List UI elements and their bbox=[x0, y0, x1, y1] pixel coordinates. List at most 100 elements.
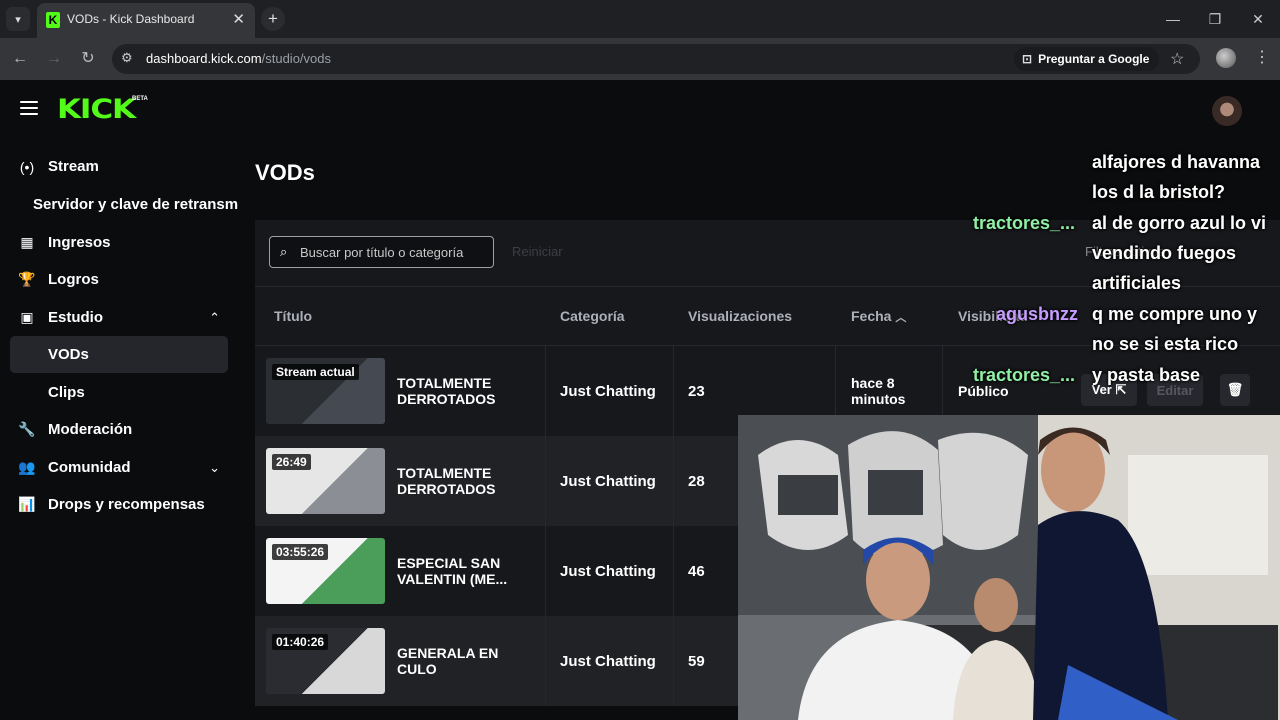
chat-message: artificiales bbox=[1092, 273, 1182, 293]
vod-title[interactable]: TOTALMENTE DERROTADOS bbox=[397, 465, 537, 497]
column-category[interactable]: Categoría bbox=[560, 308, 625, 324]
close-icon[interactable]: ✕ bbox=[232, 10, 245, 28]
kick-favicon-icon: K bbox=[46, 12, 60, 28]
column-date-label: Fecha bbox=[851, 308, 892, 324]
column-divider bbox=[673, 346, 674, 436]
app-header: KICK BETA bbox=[0, 80, 1280, 140]
kick-logo[interactable]: KICK bbox=[57, 94, 136, 125]
vod-thumbnail[interactable]: Stream actual bbox=[266, 358, 385, 424]
tab-search-icon[interactable]: ▾ bbox=[6, 7, 30, 31]
search-field[interactable]: ⌕ bbox=[269, 236, 494, 268]
reload-icon[interactable]: ↻ bbox=[76, 47, 100, 71]
broadcast-icon: (•) bbox=[19, 158, 35, 175]
sidebar-item-label: Estudio bbox=[48, 309, 103, 326]
studio-icon: ▣ bbox=[20, 309, 34, 325]
profile-icon[interactable] bbox=[1216, 48, 1236, 68]
vod-title[interactable]: ESPECIAL SAN VALENTIN (ME... bbox=[397, 555, 537, 587]
vod-title[interactable]: TOTALMENTE DERROTADOS bbox=[397, 375, 537, 407]
vod-category: Just Chatting bbox=[560, 473, 656, 490]
vod-thumbnail[interactable]: 03:55:26 bbox=[266, 538, 385, 604]
more-icon[interactable]: ⋮ bbox=[1254, 47, 1270, 67]
duration-badge: 03:55:26 bbox=[272, 544, 329, 560]
address-bar[interactable]: ⚙ dashboard.kick.com/studio/vods ⊡ Pregu… bbox=[112, 44, 1200, 74]
vod-views: 23 bbox=[688, 383, 705, 400]
sidebar-item-stream[interactable]: (•) Stream bbox=[10, 148, 228, 185]
sidebar-item-logros[interactable]: 🏆 Logros bbox=[10, 261, 228, 298]
sidebar-item-ingresos[interactable]: ▦ Ingresos bbox=[10, 224, 228, 261]
forward-icon[interactable]: → bbox=[42, 47, 66, 71]
sidebar-item-label: VODs bbox=[48, 346, 89, 363]
sidebar-item-vods[interactable]: VODs bbox=[10, 336, 228, 373]
menu-icon[interactable] bbox=[20, 101, 38, 115]
duration-badge: 01:40:26 bbox=[272, 634, 329, 650]
url-path: /studio/vods bbox=[261, 51, 331, 66]
vod-thumbnail[interactable]: 01:40:26 bbox=[266, 628, 385, 694]
vod-date: hace 8 minutos bbox=[851, 375, 906, 407]
vod-thumbnail[interactable]: 26:49 bbox=[266, 448, 385, 514]
column-date[interactable]: Fecha ︿ bbox=[851, 308, 906, 325]
column-views[interactable]: Visualizaciones bbox=[688, 308, 792, 324]
column-title[interactable]: Título bbox=[274, 308, 312, 324]
sidebar-item-estudio[interactable]: ▣ Estudio ⌃ bbox=[10, 299, 228, 336]
vod-category: Just Chatting bbox=[560, 653, 656, 670]
google-lens-icon: ⊡ bbox=[1022, 52, 1033, 66]
reset-button[interactable]: Reiniciar bbox=[512, 244, 563, 259]
chat-message: vendindo fuegos bbox=[1092, 243, 1236, 263]
tab-title: VODs - Kick Dashboard bbox=[67, 12, 195, 26]
chat-message: y pasta base bbox=[1092, 365, 1201, 385]
vod-title[interactable]: GENERALA EN CULO bbox=[397, 645, 537, 677]
browser-toolbar: ← → ↻ ⚙ dashboard.kick.com/studio/vods ⊡… bbox=[0, 38, 1280, 80]
sidebar-item-label: Clips bbox=[48, 384, 85, 401]
star-icon[interactable]: ☆ bbox=[1170, 49, 1184, 69]
grid-icon: ▦ bbox=[20, 234, 34, 250]
vod-views: 28 bbox=[688, 473, 705, 490]
browser-tab[interactable]: K VODs - Kick Dashboard ✕ bbox=[37, 3, 255, 38]
duration-badge: 26:49 bbox=[272, 454, 311, 470]
sort-asc-icon: ︿ bbox=[895, 312, 907, 324]
column-divider bbox=[545, 526, 546, 616]
url-host: dashboard.kick.com bbox=[146, 51, 262, 66]
chat-message: no se si esta rico bbox=[1092, 334, 1239, 354]
chat-message: q me compre uno y bbox=[1092, 304, 1258, 324]
sidebar-item-label: Stream bbox=[48, 158, 99, 175]
restore-icon[interactable]: ❐ bbox=[1197, 8, 1233, 30]
column-divider bbox=[673, 436, 674, 526]
sidebar-item-comunidad[interactable]: 👥 Comunidad ⌄ bbox=[10, 449, 228, 486]
ask-google-button[interactable]: ⊡ Preguntar a Google bbox=[1014, 47, 1160, 71]
column-divider bbox=[545, 436, 546, 526]
sidebar-item-clips[interactable]: Clips bbox=[10, 374, 228, 411]
chevron-up-icon[interactable]: ⌃ bbox=[209, 310, 220, 326]
users-icon: 👥 bbox=[18, 459, 36, 475]
sidebar-item-servidor[interactable]: Servidor y clave de retransm bbox=[10, 186, 238, 223]
sidebar-item-drops[interactable]: 📊 Drops y recompensas bbox=[10, 486, 228, 523]
vod-category: Just Chatting bbox=[560, 383, 656, 400]
wrench-icon: 🔧 bbox=[18, 421, 36, 437]
ask-google-label: Preguntar a Google bbox=[1038, 52, 1150, 66]
sidebar-item-label: Drops y recompensas bbox=[48, 496, 205, 513]
back-icon[interactable]: ← bbox=[8, 47, 32, 71]
url-text: dashboard.kick.com/studio/vods bbox=[146, 51, 331, 66]
duration-badge: Stream actual bbox=[272, 364, 359, 380]
webcam-overlay bbox=[738, 415, 1280, 720]
sidebar-item-moderacion[interactable]: 🔧 Moderación bbox=[10, 411, 228, 448]
sidebar-item-label: Ingresos bbox=[48, 234, 111, 251]
chart-icon: 📊 bbox=[18, 496, 36, 512]
column-divider bbox=[545, 616, 546, 706]
chat-message: alfajores d havanna bbox=[1092, 152, 1261, 172]
sidebar-item-label: Logros bbox=[48, 271, 99, 288]
search-input[interactable] bbox=[300, 242, 490, 262]
plus-icon[interactable]: + bbox=[261, 7, 285, 31]
trash-icon[interactable]: 🗑 bbox=[1220, 374, 1250, 406]
close-window-icon[interactable]: ✕ bbox=[1240, 8, 1276, 30]
chevron-down-icon[interactable]: ⌄ bbox=[209, 460, 220, 476]
column-divider bbox=[673, 616, 674, 706]
minimize-icon[interactable]: — bbox=[1155, 8, 1191, 30]
sidebar-item-label: Moderación bbox=[48, 421, 133, 438]
chat-username: tractores_... bbox=[973, 365, 1076, 385]
chat-message: al de gorro azul lo vi bbox=[1092, 213, 1267, 233]
avatar[interactable] bbox=[1212, 96, 1242, 126]
webcam-image bbox=[738, 415, 1280, 720]
chat-username: tractores_... bbox=[973, 213, 1076, 233]
site-info-icon[interactable]: ⚙ bbox=[121, 50, 133, 66]
vod-views: 46 bbox=[688, 563, 705, 580]
